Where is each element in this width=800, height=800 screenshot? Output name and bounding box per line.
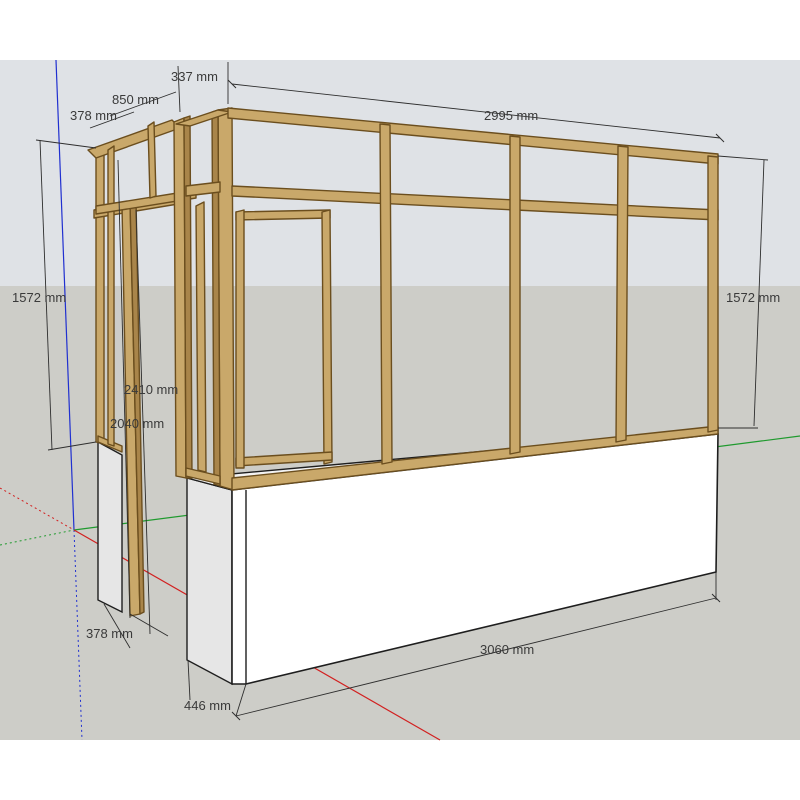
dim-2995: 2995 mm bbox=[484, 108, 538, 123]
right-post bbox=[707, 155, 719, 433]
dim-337: 337 mm bbox=[171, 69, 218, 84]
main-corner-post-side bbox=[211, 109, 221, 487]
top-white-band bbox=[0, 0, 800, 60]
dim-2040: 2040 mm bbox=[110, 416, 164, 431]
mullion-1 bbox=[379, 123, 393, 465]
dim-850: 850 mm bbox=[112, 92, 159, 107]
side-frame-post bbox=[195, 201, 207, 473]
bottom-white-band bbox=[0, 740, 800, 800]
mullion-3 bbox=[615, 145, 629, 443]
side-window-top bbox=[235, 209, 331, 221]
side-window-left bbox=[235, 209, 245, 469]
dim-1572-right: 1572 mm bbox=[726, 290, 780, 305]
dim-3060: 3060 mm bbox=[480, 642, 534, 657]
corner-post-b bbox=[183, 115, 193, 479]
model-viewport[interactable]: 337 mm 850 mm 378 mm 2995 mm 1572 mm 157… bbox=[0, 0, 800, 800]
dim-1572-left: 1572 mm bbox=[12, 290, 66, 305]
side-wall-left bbox=[97, 440, 123, 614]
side-window-right bbox=[321, 209, 333, 465]
left-post-outer bbox=[95, 145, 105, 445]
left-inner-post bbox=[107, 145, 115, 447]
dim-446: 446 mm bbox=[184, 698, 231, 713]
left-vertical-upper bbox=[147, 121, 157, 199]
dim-2410: 2410 mm bbox=[124, 382, 178, 397]
mullion-2 bbox=[509, 135, 521, 455]
dim-378-top: 378 mm bbox=[70, 108, 117, 123]
dim-378-bottom: 378 mm bbox=[86, 626, 133, 641]
side-wall-face bbox=[186, 477, 233, 686]
